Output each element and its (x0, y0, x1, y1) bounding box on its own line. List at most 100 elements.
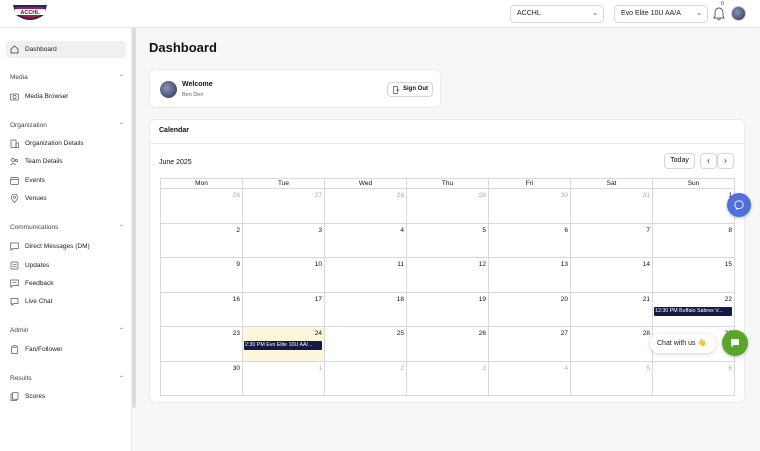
day-number: 5 (482, 226, 486, 234)
day-number: 12 (478, 261, 486, 268)
day-number: 31 (642, 192, 650, 199)
sidebar-section-media[interactable]: Media ⌃ (10, 74, 124, 81)
sidebar-scrollbar[interactable] (132, 28, 136, 408)
calendar-day-cell[interactable]: 19 (407, 292, 489, 327)
sidebar-item-direct-messages[interactable]: Direct Messages (DM) (6, 238, 126, 255)
day-number: 25 (396, 330, 404, 337)
calendar-day-cell[interactable]: 25 (325, 327, 407, 362)
calendar-day-cell[interactable]: 16 (161, 292, 243, 327)
calendar-day-cell[interactable]: 12 (407, 258, 489, 293)
chevron-down-icon: ⌄ (592, 10, 598, 17)
calendar-day-cell[interactable]: 8 (653, 223, 735, 258)
league-select[interactable]: ACCHL ⌄ (510, 5, 604, 23)
sidebar-item-label: Direct Messages (DM) (25, 243, 90, 250)
day-number: 4 (564, 364, 568, 372)
messenger-icon (734, 200, 744, 210)
sidebar-item-fan-follower[interactable]: Fan/Follower (6, 341, 126, 358)
sidebar-item-team-details[interactable]: Team Details (6, 153, 126, 170)
bell-icon[interactable] (713, 7, 725, 21)
sidebar-item-dashboard[interactable]: Dashboard (6, 41, 126, 58)
calendar-grid: MonTueWedThuFriSatSun 262728293031123456… (160, 178, 735, 396)
chat-bubble-icon (731, 339, 739, 348)
welcome-title: Welcome (182, 81, 213, 88)
calendar-day-cell[interactable]: 15 (653, 258, 735, 293)
calendar-day-cell[interactable]: 6 (653, 361, 735, 396)
calendar-day-cell[interactable]: 7 (571, 223, 653, 258)
sidebar-section-title: Communications (10, 224, 59, 231)
calendar-day-cell[interactable]: 2 (161, 223, 243, 258)
sign-out-button[interactable]: Sign Out (387, 82, 433, 97)
calendar-day-cell[interactable]: 23 (161, 327, 243, 362)
calendar-day-cell[interactable]: 22 12:30 PM Buffalo Sabres V... (653, 292, 735, 327)
calendar-day-cell[interactable]: 28 (325, 189, 407, 224)
calendar-day-cell[interactable]: 1 (653, 189, 735, 224)
top-bar: ACCHL ACCHL ⌄ Evo Elite 10U AA/A ⌄ 0 (0, 0, 760, 28)
calendar-day-cell[interactable]: 10 (243, 258, 325, 293)
sidebar-item-events[interactable]: Events (6, 172, 126, 189)
calendar-event[interactable]: 12:30 PM Buffalo Sabres V... (654, 306, 732, 316)
calendar-day-cell[interactable]: 2 (325, 361, 407, 396)
calendar-day-cell[interactable]: 9 (161, 258, 243, 293)
sidebar-item-feedback[interactable]: Feedback (6, 275, 126, 292)
calendar-day-cell[interactable]: 14 (571, 258, 653, 293)
calendar-day-cell[interactable]: 5 (407, 223, 489, 258)
day-number: 4 (400, 226, 404, 234)
day-number: 2 (236, 226, 240, 234)
calendar-week-row: 26 27 28 29 30 311 (161, 189, 735, 224)
calendar-day-cell[interactable]: 29 (407, 189, 489, 224)
calendar-day-cell[interactable]: 26 (161, 189, 243, 224)
day-number: 28 (396, 192, 404, 199)
sidebar-item-venues[interactable]: Venues (6, 190, 126, 207)
sidebar-section-admin[interactable]: Admin ⌃ (10, 327, 124, 334)
calendar-day-cell[interactable]: 1 (243, 361, 325, 396)
next-month-button[interactable]: › (717, 153, 734, 169)
calendar-day-cell[interactable]: 20 (489, 292, 571, 327)
team-select[interactable]: Evo Elite 10U AA/A ⌄ (614, 5, 708, 23)
sidebar-item-updates[interactable]: Updates (6, 257, 126, 274)
sidebar-item-organization-details[interactable]: Organization Details (6, 135, 126, 152)
calendar-day-cell[interactable]: 18 (325, 292, 407, 327)
calendar-day-cell[interactable]: 28 (571, 327, 653, 362)
calendar-day-cell[interactable]: 3 (407, 361, 489, 396)
calendar-day-cell[interactable]: 17 (243, 292, 325, 327)
calendar-week-row: 16 17 18 19 20 21 22 12:30 PM Buffalo Sabres V.… (161, 292, 735, 327)
calendar-day-cell[interactable]: 30 (489, 189, 571, 224)
league-select-value: ACCHL (517, 10, 541, 17)
acchl-logo[interactable]: ACCHL (10, 1, 50, 25)
calendar-day-cell[interactable]: 4 (325, 223, 407, 258)
calendar-day-cell[interactable]: 4 (489, 361, 571, 396)
calendar-day-cell[interactable]: 31 (571, 189, 653, 224)
sidebar-section-organization[interactable]: Organization ⌃ (10, 122, 124, 129)
sidebar-item-live-chat[interactable]: Live Chat (6, 293, 126, 310)
calendar-day-cell[interactable]: 11 (325, 258, 407, 293)
calendar-day-cell[interactable]: 26 (407, 327, 489, 362)
calendar-day-cell[interactable]: 27 (489, 327, 571, 362)
calendar-icon (10, 177, 19, 185)
calendar-day-cell[interactable]: 3 (243, 223, 325, 258)
sidebar-section-results[interactable]: Results ⌃ (10, 375, 124, 382)
day-number: 18 (396, 295, 404, 303)
building-icon (10, 139, 19, 148)
day-number: 6 (564, 226, 568, 234)
day-number: 30 (560, 192, 568, 199)
calendar-day-cell[interactable]: 30 (161, 361, 243, 396)
day-number: 10 (314, 261, 322, 268)
sidebar-item-scores[interactable]: Scores (6, 388, 126, 405)
messenger-button[interactable] (727, 193, 751, 217)
calendar-day-cell[interactable]: 13 (489, 258, 571, 293)
today-button[interactable]: Today (664, 153, 695, 169)
user-avatar[interactable] (731, 6, 746, 21)
chat-with-us-prompt[interactable]: Chat with us 👋 (650, 334, 716, 353)
prev-month-button[interactable]: ‹ (700, 153, 717, 169)
calendar-day-cell[interactable]: 27 (243, 189, 325, 224)
calendar-day-cell-today[interactable]: 24 2:30 PM Evo Elite 10U AA/... (243, 327, 325, 362)
calendar-day-cell[interactable]: 5 (571, 361, 653, 396)
sidebar-item-media-browser[interactable]: Media Browser (6, 88, 126, 105)
updates-icon (10, 261, 19, 270)
sidebar-section-communications[interactable]: Communications ⌃ (10, 224, 124, 231)
calendar-day-cell[interactable]: 6 (489, 223, 571, 258)
calendar-day-cell[interactable]: 21 (571, 292, 653, 327)
day-number: 29 (478, 192, 486, 199)
calendar-event[interactable]: 2:30 PM Evo Elite 10U AA/... (244, 341, 322, 350)
live-chat-button[interactable] (722, 330, 748, 356)
